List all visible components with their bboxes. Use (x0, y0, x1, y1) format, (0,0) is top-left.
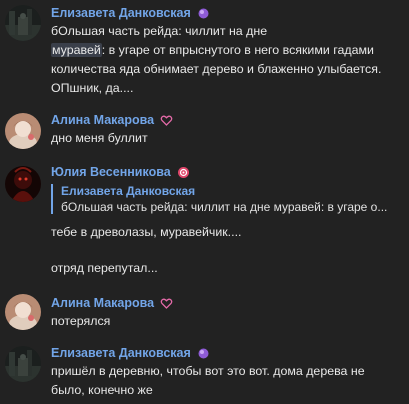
red-circle-emblem-icon (177, 166, 190, 179)
author-name[interactable]: Елизавета Данковская (51, 346, 191, 361)
message-line: ОПшник, да.... (51, 81, 134, 95)
reply-quote[interactable]: Елизавета Данковская бОльшая часть рейда… (51, 184, 407, 214)
message-text: потерялся (51, 312, 405, 331)
purple-orb-icon (197, 347, 210, 360)
avatar[interactable] (5, 166, 41, 202)
message-line: дно меня буллит (51, 131, 148, 145)
message-text: тебе в древолазы, муравейчик.... (51, 223, 405, 242)
message-line: муравей: в угаре от впрыснутого в него в… (51, 41, 405, 60)
author-name[interactable]: Алина Макарова (51, 296, 154, 311)
message-author[interactable]: Елизавета Данковская (51, 6, 210, 21)
message-line: было, конечно же (51, 383, 153, 397)
message-line: отряд перепутал... (51, 261, 158, 275)
message-line: количества яда обнимает дерево и блаженн… (51, 62, 382, 76)
message-line: тебе в древолазы, муравейчик.... (51, 225, 242, 239)
message-author[interactable]: Алина Макарова (51, 113, 173, 128)
author-name[interactable]: Елизавета Данковская (51, 6, 191, 21)
avatar[interactable] (5, 113, 41, 149)
message-line: бОльшая часть рейда: чиллит на дне (51, 24, 268, 38)
purple-orb-icon (197, 7, 210, 20)
message-line-rest: : в угаре от впрыснутого в него всякими … (101, 43, 374, 57)
message-line: пришёл в деревню, чтобы вот это вот. дом… (51, 364, 365, 378)
author-name[interactable]: Алина Макарова (51, 113, 154, 128)
message-text: пришёл в деревню, чтобы вот это вот. дом… (51, 362, 405, 400)
reply-author[interactable]: Елизавета Данковская (61, 184, 195, 198)
author-name[interactable]: Юлия Весенникова (51, 165, 171, 180)
message-author[interactable]: Юлия Весенникова (51, 165, 190, 180)
avatar[interactable] (5, 346, 41, 382)
avatar[interactable] (5, 294, 41, 330)
message-author[interactable]: Алина Макарова (51, 296, 173, 311)
pink-heart-outline-icon (160, 297, 173, 310)
message-author[interactable]: Елизавета Данковская (51, 346, 210, 361)
message-line: потерялся (51, 314, 111, 328)
avatar[interactable] (5, 5, 41, 41)
message-text: бОльшая часть рейда: чиллит на дне мурав… (51, 22, 405, 98)
highlighted-word: муравей (51, 43, 102, 57)
pink-heart-outline-icon (160, 114, 173, 127)
message-text: отряд перепутал... (51, 259, 405, 278)
reply-text[interactable]: бОльшая часть рейда: чиллит на дне мурав… (61, 200, 406, 214)
message-text: дно меня буллит (51, 129, 405, 148)
